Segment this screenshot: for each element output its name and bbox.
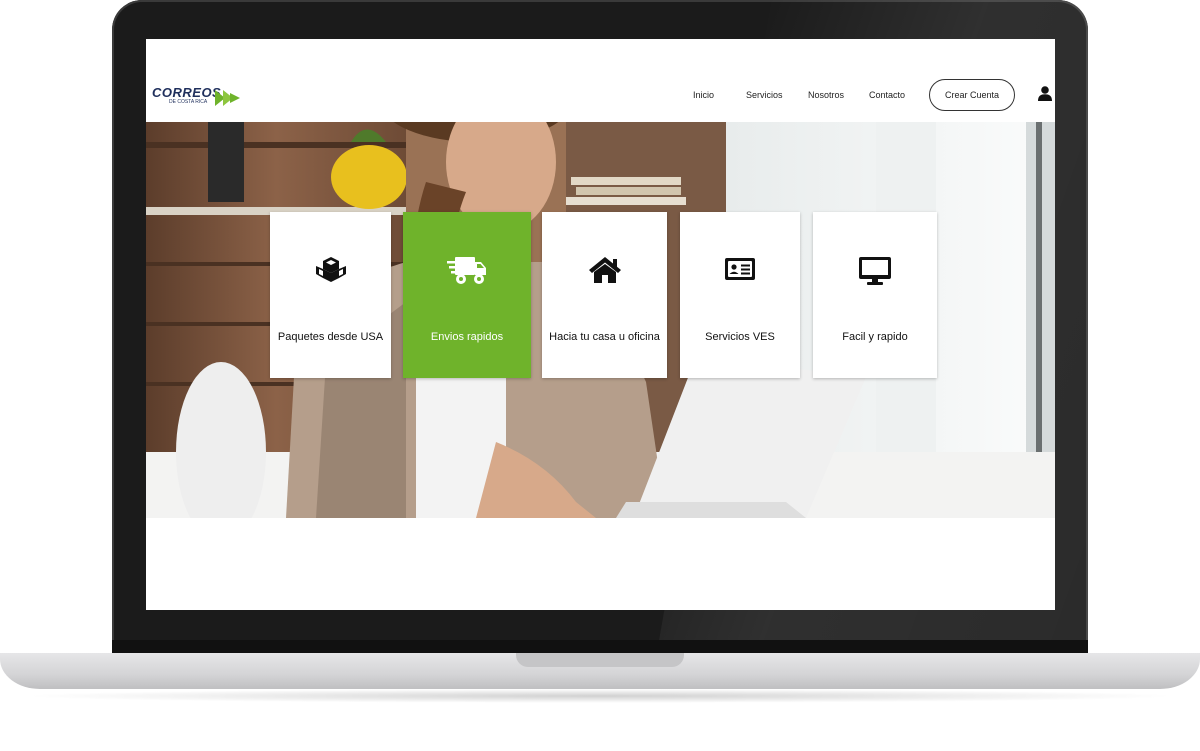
card-label: Hacia tu casa u oficina bbox=[549, 331, 660, 343]
crear-cuenta-button[interactable]: Crear Cuenta bbox=[929, 79, 1015, 111]
service-card-paquetes[interactable]: Paquetes desde USA bbox=[270, 212, 391, 378]
nav-servicios[interactable]: Servicios bbox=[746, 90, 783, 100]
desktop-icon bbox=[859, 257, 891, 285]
user-icon[interactable] bbox=[1038, 86, 1052, 101]
id-card-icon bbox=[725, 258, 755, 280]
shipping-truck-icon bbox=[447, 257, 486, 284]
card-label: Envios rapidos bbox=[430, 331, 504, 343]
laptop-shadow bbox=[20, 689, 1180, 703]
laptop-notch bbox=[516, 653, 684, 667]
correos-logo[interactable]: CORREOS DE COSTA RICA bbox=[152, 85, 240, 106]
cubes-icon bbox=[315, 257, 346, 282]
content-area bbox=[146, 518, 1055, 610]
card-icon-wrap bbox=[680, 256, 800, 282]
service-card-envios[interactable]: Envios rapidos bbox=[403, 212, 531, 378]
service-card-servicios-ves[interactable]: Servicios VES bbox=[680, 212, 800, 378]
website-screen: CORREOS DE COSTA RICA Inicio Servicios N… bbox=[146, 39, 1055, 610]
navbar: CORREOS DE COSTA RICA Inicio Servicios N… bbox=[146, 39, 1055, 122]
logo-text: CORREOS bbox=[152, 85, 222, 100]
card-label: Facil y rapido bbox=[842, 331, 908, 343]
card-icon-wrap bbox=[542, 256, 667, 284]
service-card-hacia-tu-casa[interactable]: Hacia tu casa u oficina bbox=[542, 212, 667, 378]
service-card-facil[interactable]: Facil y rapido bbox=[813, 212, 937, 378]
nav-nosotros[interactable]: Nosotros bbox=[808, 90, 844, 100]
logo-arrow-icon bbox=[215, 90, 240, 106]
laptop-base bbox=[0, 653, 1200, 703]
card-icon-wrap bbox=[403, 256, 531, 286]
home-icon bbox=[588, 257, 621, 283]
hero-banner: Paquetes desde USA Envios rapidos Hacia … bbox=[146, 122, 1055, 518]
card-label: Paquetes desde USA bbox=[277, 331, 384, 343]
card-label: Servicios VES bbox=[705, 331, 775, 343]
nav-contacto[interactable]: Contacto bbox=[869, 90, 905, 100]
laptop-bezel-bottom bbox=[112, 640, 1088, 654]
nav-inicio[interactable]: Inicio bbox=[693, 90, 714, 100]
card-icon-wrap bbox=[813, 256, 937, 286]
card-icon-wrap bbox=[270, 256, 391, 284]
